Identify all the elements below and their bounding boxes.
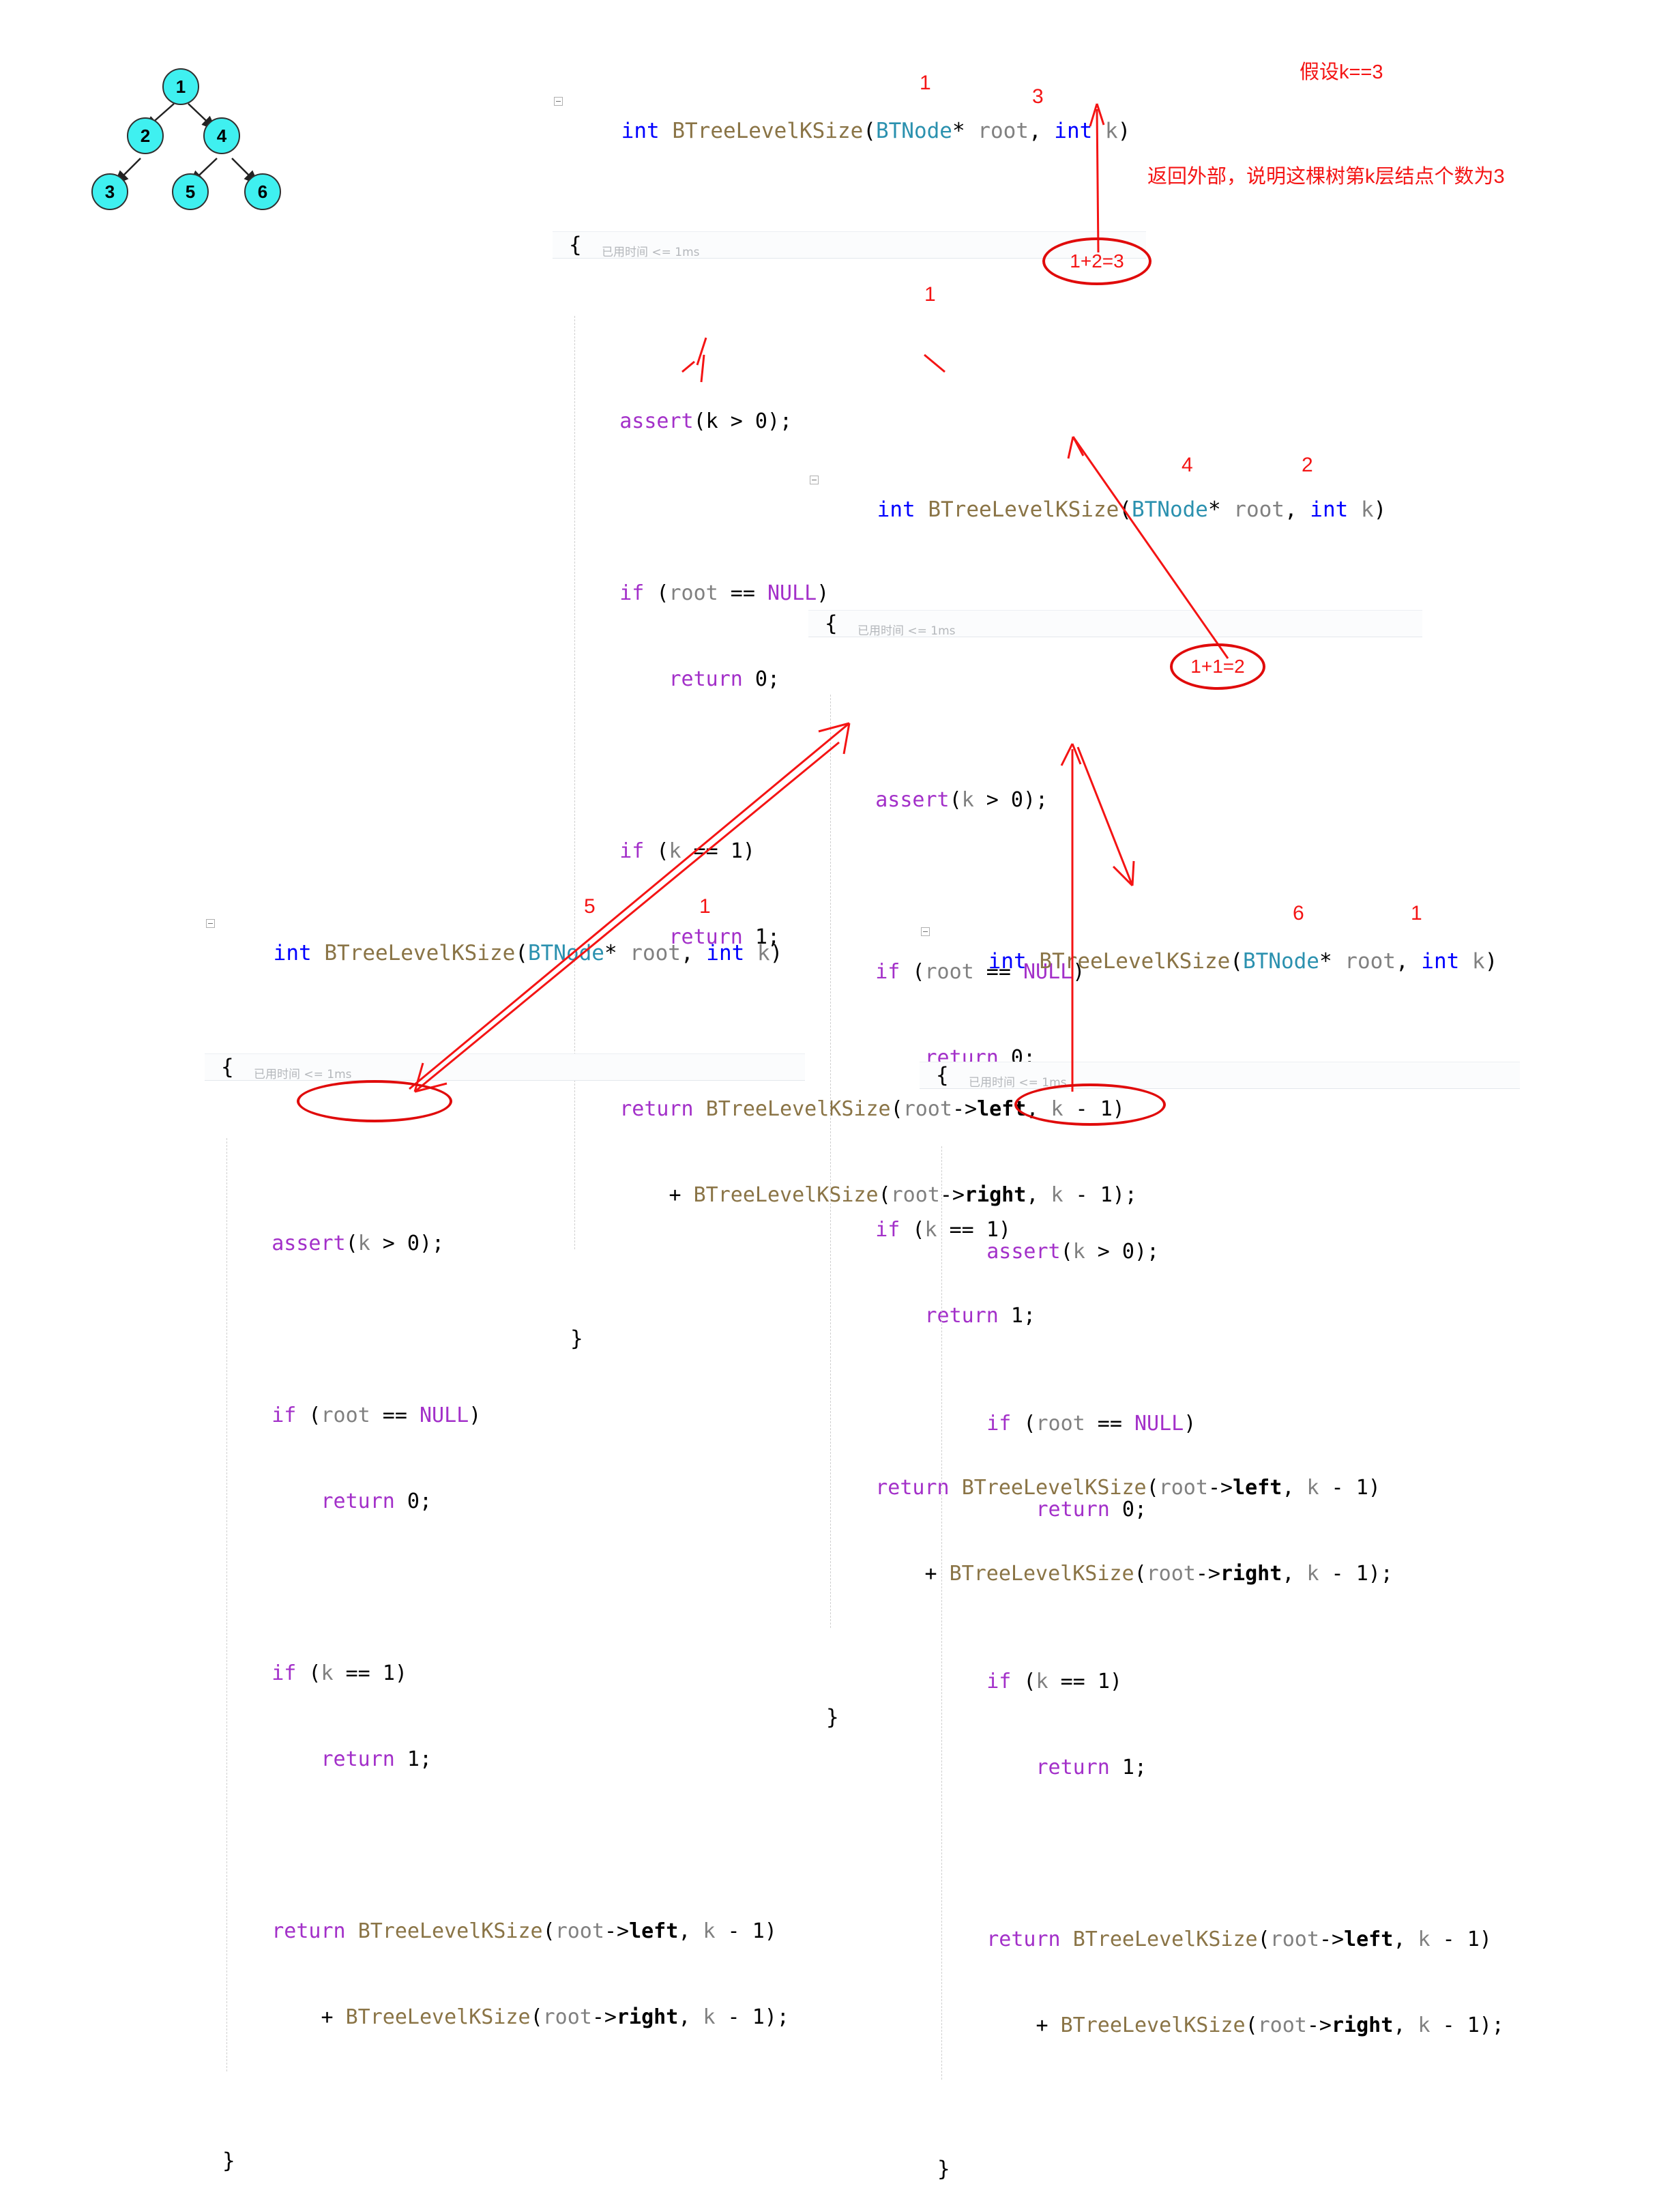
- indent-guide: [941, 1146, 942, 2080]
- param-type: BTNode: [1242, 949, 1319, 974]
- line-recursive-right: + BTreeLevelKSize(root->right, k - 1);: [1036, 2013, 1504, 2037]
- open-brace: {: [569, 233, 582, 257]
- close-brace: }: [937, 2157, 950, 2181]
- tree-node-6: 6: [244, 173, 281, 210]
- param2-type: int: [1054, 119, 1093, 143]
- function-name: BTreeLevelKSize: [1039, 949, 1231, 974]
- collapse-toggle-icon[interactable]: [921, 927, 930, 936]
- open-brace: {: [936, 1063, 949, 1088]
- tree-node-1: 1: [162, 68, 199, 105]
- code-body: assert(k > 0); if (root == NULL) return …: [205, 1138, 805, 2089]
- line-if-k1: if (k == 1): [986, 1670, 1122, 1693]
- collapse-toggle-icon[interactable]: [206, 919, 215, 928]
- annotation-assume-k: 假设k==3: [1300, 61, 1383, 83]
- annotation-block1-right: 3: [1032, 85, 1044, 108]
- codelens-elapsed-time[interactable]: 已用时间 <= 1ms: [857, 617, 956, 645]
- line-if-null: if (root == NULL): [272, 1403, 482, 1427]
- code-block-3[interactable]: int BTreeLevelKSize(BTNode* root, int k)…: [205, 853, 805, 2204]
- line-assert: assert(k > 0);: [272, 1232, 445, 1255]
- codelens-bar[interactable]: { 已用时间 <= 1ms: [205, 1053, 805, 1081]
- indent-guide: [830, 695, 831, 1628]
- param-root: root: [965, 119, 1029, 143]
- circle-return-one-block3: [297, 1080, 452, 1122]
- function-name: BTreeLevelKSize: [928, 497, 1119, 522]
- function-signature: int BTreeLevelKSize(BTNode* root, int k): [553, 88, 1146, 174]
- line-assert: assert(k > 0);: [986, 1240, 1160, 1264]
- close-brace: }: [222, 2149, 235, 2173]
- annotation-block2-left: 4: [1182, 454, 1193, 476]
- codelens-bar[interactable]: { 已用时间 <= 1ms: [920, 1062, 1520, 1090]
- tree-node-3: 3: [91, 173, 128, 210]
- line-return-1: return 1;: [1036, 1756, 1147, 1779]
- collapse-toggle-icon[interactable]: [810, 476, 819, 484]
- annotation-block1-inner: 1: [924, 283, 936, 306]
- binary-tree-diagram: 1 2 4 3 5 6: [91, 68, 389, 307]
- assert-keyword: assert: [619, 409, 694, 433]
- if-keyword: if: [619, 581, 645, 605]
- circle-sum-mid: 1+1=2: [1170, 643, 1265, 690]
- annotation-block1-left: 1: [920, 72, 931, 94]
- tree-node-4: 4: [203, 117, 240, 154]
- assert-args: (k > 0);: [693, 409, 793, 433]
- paren-open: (: [863, 119, 876, 143]
- line-return-0: return 0;: [321, 1489, 432, 1513]
- return-zero-value: 0;: [742, 667, 780, 691]
- return-type-keyword: int: [877, 497, 915, 522]
- return-type-keyword: int: [988, 949, 1027, 974]
- line-return-0: return 0;: [1036, 1498, 1147, 1522]
- return-type-keyword: int: [273, 941, 312, 965]
- annotation-block4-left: 6: [1293, 902, 1304, 925]
- line-recursive-left: return BTreeLevelKSize(root->left, k - 1…: [272, 1919, 777, 1943]
- param-comma: ,: [1028, 119, 1055, 143]
- code-block-4[interactable]: int BTreeLevelKSize(BTNode* root, int k)…: [920, 861, 1520, 2212]
- annotation-block2-right: 2: [1302, 454, 1313, 476]
- collapse-toggle-icon[interactable]: [554, 97, 563, 106]
- codelens-elapsed-time[interactable]: 已用时间 <= 1ms: [602, 238, 700, 267]
- pointer-star: *: [952, 119, 965, 143]
- open-brace: {: [221, 1055, 234, 1079]
- circle-sum-top: 1+2=3: [1042, 237, 1152, 285]
- paren-close: ): [1117, 119, 1131, 143]
- codelens-bar[interactable]: { 已用时间 <= 1ms: [808, 610, 1422, 638]
- code-body: assert(k > 0); if (root == NULL) return …: [920, 1146, 1520, 2097]
- line-recursive-right: + BTreeLevelKSize(root->right, k - 1);: [321, 2005, 789, 2029]
- function-signature: int BTreeLevelKSize(BTNode* root, int k): [205, 910, 805, 996]
- annotation-block3-left: 5: [584, 895, 596, 918]
- circle-return-one-block4: [1014, 1083, 1166, 1126]
- param-k: k: [1092, 119, 1118, 143]
- return-keyword: return: [669, 667, 743, 691]
- annotation-block4-right: 1: [1411, 902, 1422, 925]
- line-recursive-left: return BTreeLevelKSize(root->left, k - 1…: [986, 1927, 1492, 1951]
- annotation-block3-right: 1: [699, 895, 711, 918]
- line-return-1: return 1;: [321, 1747, 432, 1771]
- annotation-explanation: 返回外部，说明这棵树第k层结点个数为3: [1147, 166, 1505, 188]
- function-signature: int BTreeLevelKSize(BTNode* root, int k): [808, 467, 1422, 553]
- open-brace: {: [825, 611, 838, 636]
- tree-node-5: 5: [172, 173, 209, 210]
- param-type: BTNode: [875, 119, 952, 143]
- function-name: BTreeLevelKSize: [672, 119, 864, 143]
- function-name: BTreeLevelKSize: [324, 941, 516, 965]
- line-if-k1: if (k == 1): [272, 1661, 407, 1685]
- return-type-keyword: int: [621, 119, 660, 143]
- line-assert: assert(k > 0);: [875, 788, 1048, 812]
- param-type: BTNode: [527, 941, 604, 965]
- function-signature: int BTreeLevelKSize(BTNode* root, int k): [920, 918, 1520, 1004]
- line-if-null: if (root == NULL): [986, 1412, 1197, 1436]
- param-type: BTNode: [1131, 497, 1208, 522]
- tree-node-2: 2: [127, 117, 164, 154]
- indent-guide: [226, 1138, 227, 2071]
